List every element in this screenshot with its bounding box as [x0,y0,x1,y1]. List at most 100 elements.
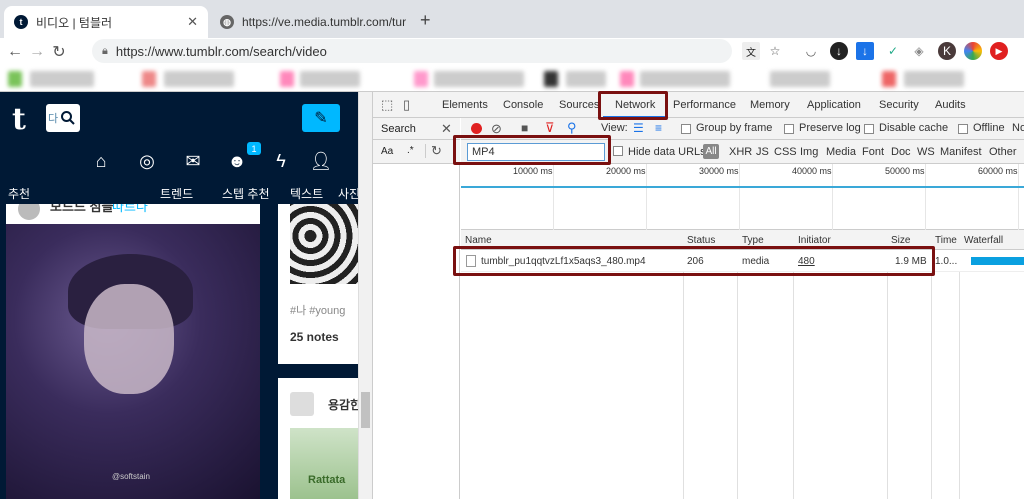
timeline-overview[interactable]: 10000 ms 20000 ms 30000 ms 40000 ms 5000… [461,164,1024,230]
filter-img[interactable]: Img [800,146,818,158]
offline-checkbox[interactable] [958,124,968,134]
waterfall-view-icon[interactable]: ≡ [655,121,662,135]
account-person-icon[interactable]: 👤︎ [310,150,333,172]
table-row[interactable]: tumblr_pu1qqtvzLf1x5aqs3_480.mp4 206 med… [461,250,1024,272]
avatar[interactable] [290,392,314,416]
nav-text[interactable]: 텍스트 [290,185,323,202]
column-type[interactable]: Type [742,235,764,246]
new-tab-button[interactable]: + [420,10,431,31]
bookmark-item[interactable] [904,71,964,87]
save-icon[interactable]: ↓ [856,42,874,60]
compose-pencil-icon[interactable]: ✎ [302,104,340,132]
post-card-video[interactable]: 모드드 점들 따르다 @softstain [6,204,260,499]
play-icon[interactable]: ▶ [990,42,1008,60]
download-icon[interactable]: ↓ [830,42,848,60]
tab-media[interactable]: ◍ https://ve.media.tumblr.com/tur ✕ [210,6,410,38]
filter-doc[interactable]: Doc [891,146,911,158]
match-case-toggle[interactable]: Aa [381,146,393,157]
tab-network[interactable]: Network [615,99,655,111]
device-toolbar-icon[interactable]: ▯ [403,97,410,113]
column-time[interactable]: Time [935,235,957,246]
nav-trending[interactable]: 트렌드 [160,185,193,202]
color-extension-icon[interactable] [964,42,982,60]
pattern-image[interactable] [290,204,358,284]
request-name[interactable]: tumblr_pu1qqtvzLf1x5aqs3_480.mp4 [481,256,646,267]
bookmark-icon[interactable] [8,71,22,87]
throttling-label[interactable]: No [1012,122,1024,134]
screenshot-camera-icon[interactable]: ■ [521,121,528,135]
filter-funnel-icon[interactable]: ⊽ [545,120,555,136]
column-status[interactable]: Status [687,235,715,246]
tab-tumblr[interactable]: t 비디오 | 텀블러 ✕ [4,6,208,38]
star-icon[interactable]: ☆ [766,42,784,60]
video-thumbnail[interactable]: @softstain [6,224,260,499]
preserve-log-checkbox[interactable] [784,124,794,134]
filter-input[interactable]: MP4 [467,143,605,161]
bookmark-item[interactable] [640,71,730,87]
extension-k-icon[interactable]: K [938,42,956,60]
group-by-frame-checkbox[interactable] [681,124,691,134]
check-icon[interactable]: ✓ [884,42,902,60]
filter-all-button[interactable]: All [703,144,719,159]
tab-console[interactable]: Console [503,99,543,111]
tumblr-search-box[interactable]: 다 [46,104,80,132]
scrollbar-thumb[interactable] [361,392,370,428]
page-scrollbar[interactable] [358,92,372,499]
bookmark-item[interactable] [164,71,234,87]
disable-cache-checkbox[interactable] [864,124,874,134]
tab-memory[interactable]: Memory [750,99,790,111]
rattata-image[interactable] [290,428,358,499]
filter-font[interactable]: Font [862,146,884,158]
bookmark-icon[interactable] [620,71,634,87]
inspect-element-icon[interactable]: ⬚ [381,97,393,113]
bookmark-icon[interactable] [142,71,156,87]
address-bar[interactable]: 🔒︎ https://www.tumblr.com/search/video [92,39,732,63]
record-icon[interactable] [471,123,482,134]
nav-photos[interactable]: 사진 [338,185,358,202]
bookmark-icon[interactable] [544,71,558,87]
column-initiator[interactable]: Initiator [798,235,831,246]
reload-icon[interactable]: ↻ [48,41,70,63]
post-username[interactable]: 모드드 점들 [50,204,113,215]
tab-elements[interactable]: Elements [442,99,488,111]
translate-icon[interactable]: 文 [742,42,760,60]
nav-staff-picks[interactable]: 스텝 추천 [222,185,270,202]
close-tab-icon[interactable]: ✕ [187,14,198,30]
tab-sources[interactable]: Sources [559,99,599,111]
home-icon[interactable]: ⌂ [90,150,112,172]
column-waterfall[interactable]: Waterfall [964,235,1003,246]
bookmark-item[interactable] [434,71,524,87]
shield-icon[interactable]: ◈ [910,42,928,60]
search-icon[interactable]: ⚲ [567,120,577,136]
bookmark-item[interactable] [566,71,606,87]
hide-data-urls-checkbox[interactable] [613,146,623,156]
tab-security[interactable]: Security [879,99,919,111]
activity-lightning-icon[interactable]: ϟ [270,150,292,172]
regex-toggle[interactable]: .* [407,145,414,156]
nav-recommended[interactable]: 추천 [8,185,30,202]
refresh-icon[interactable]: ↻ [431,143,442,159]
filter-media[interactable]: Media [826,146,856,158]
post-tags[interactable]: #나 #young [290,302,345,318]
bookmark-item[interactable] [300,71,360,87]
post-notes[interactable]: 25 notes [290,330,339,344]
bookmark-item[interactable] [30,71,94,87]
messaging-icon[interactable]: ☻ [226,150,248,172]
post-card-pattern[interactable]: #나 #young 25 notes [278,204,358,364]
forward-arrow-icon[interactable]: → [26,41,48,63]
clear-icon[interactable]: ⊘ [491,121,502,137]
filter-manifest[interactable]: Manifest [940,146,982,158]
filter-ws[interactable]: WS [917,146,935,158]
avatar[interactable] [18,204,40,220]
filter-xhr[interactable]: XHR [729,146,752,158]
tab-performance[interactable]: Performance [673,99,736,111]
request-initiator-link[interactable]: 480 [798,256,815,267]
pocket-icon[interactable]: ◡ [802,42,820,60]
column-size[interactable]: Size [891,235,910,246]
tumblr-logo[interactable]: t [12,102,26,137]
bookmark-icon[interactable] [882,71,896,87]
filter-css[interactable]: CSS [774,146,797,158]
post-card-rattata[interactable]: 용감한 Rattata [278,378,358,499]
filter-js[interactable]: JS [756,146,769,158]
back-arrow-icon[interactable]: ← [4,41,26,63]
